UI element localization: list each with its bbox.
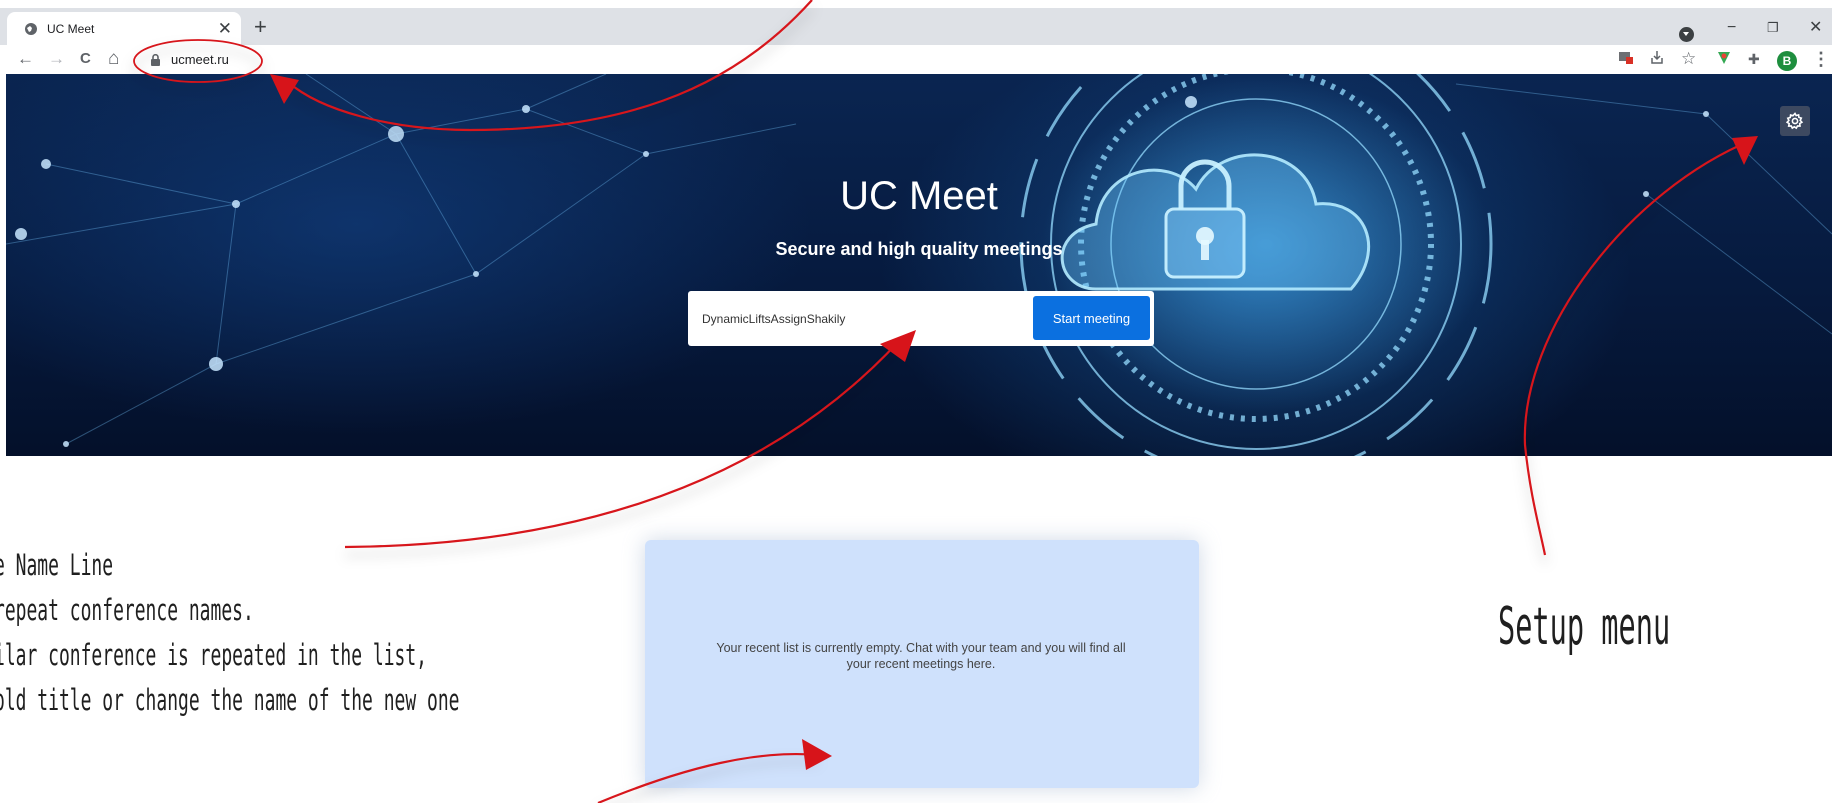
extension-icon[interactable] — [1716, 49, 1732, 71]
tab-title: UC Meet — [47, 21, 95, 36]
annotation-line: ilar conference is repeated in the list, — [0, 638, 428, 672]
browser-menu-button[interactable]: ⋮ — [1812, 49, 1830, 69]
annotation-room-name-note: e Name Line repeat conference names. ila… — [0, 543, 459, 723]
avatar[interactable]: B — [1777, 51, 1797, 71]
tab-close-icon[interactable]: ✕ — [218, 20, 232, 37]
browser-tab[interactable]: UC Meet ✕ — [7, 12, 241, 45]
home-button[interactable]: ⌂ — [108, 48, 119, 70]
lock-icon[interactable] — [151, 53, 160, 66]
annotation-line: old title or change the name of the new … — [0, 683, 460, 717]
network-background — [6, 74, 1832, 456]
start-meeting-button[interactable]: Start meeting — [1033, 296, 1150, 340]
star-icon[interactable]: ☆ — [1681, 49, 1696, 69]
settings-button[interactable] — [1780, 106, 1810, 136]
recent-meetings-panel: Your recent list is currently empty. Cha… — [645, 540, 1199, 788]
minimize-button[interactable]: − — [1727, 18, 1736, 38]
recent-empty-message: Your recent list is currently empty. Cha… — [716, 641, 1126, 671]
reload-button[interactable]: C — [80, 48, 91, 70]
restore-button[interactable]: ❐ — [1767, 18, 1779, 38]
new-tab-button[interactable]: + — [254, 15, 267, 39]
download-icon[interactable] — [1649, 49, 1665, 71]
annotation-setup-menu: Setup menu — [1498, 597, 1671, 657]
annotation-line: e Name Line — [0, 548, 114, 582]
gear-icon — [1786, 112, 1804, 130]
profile-menu-icon[interactable] — [1679, 27, 1694, 42]
globe-icon — [24, 22, 38, 36]
window-close-button[interactable]: ✕ — [1809, 18, 1822, 38]
puzzle-icon[interactable]: ✚ — [1748, 49, 1760, 69]
address-bar[interactable]: ucmeet.ru — [171, 52, 229, 67]
app-title: UC Meet — [840, 174, 998, 218]
app-subtitle: Secure and high quality meetings — [775, 239, 1063, 259]
browser-toolbar: ← → C ⌂ ucmeet.ru ☆ ✚ B ⋮ — [0, 45, 1832, 74]
hero-banner: UC Meet Secure and high quality meetings… — [6, 74, 1832, 456]
room-name-input[interactable] — [696, 291, 1016, 346]
forward-button[interactable]: → — [48, 48, 65, 70]
annotation-line: repeat conference names. — [0, 593, 254, 627]
browser-tabstrip: UC Meet ✕ + − ❐ ✕ — [0, 8, 1832, 45]
back-button[interactable]: ← — [17, 48, 34, 70]
extension-icon[interactable] — [1618, 49, 1634, 71]
meeting-form: Start meeting — [688, 291, 1154, 346]
